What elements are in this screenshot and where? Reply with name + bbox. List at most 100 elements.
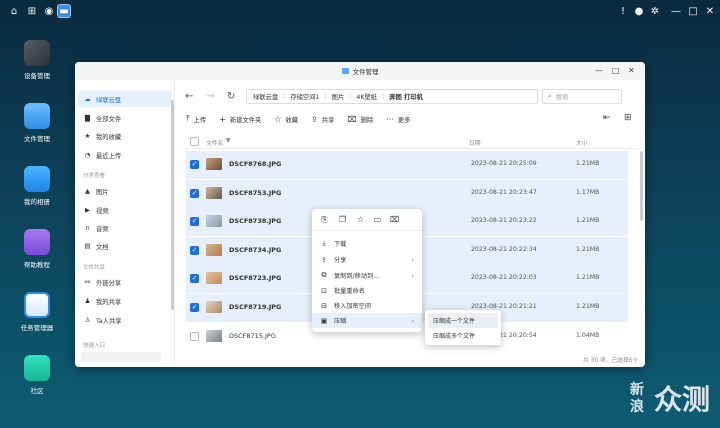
desktop-app-help[interactable]: 帮助教程 <box>14 229 60 269</box>
breadcrumb-item[interactable]: 存储空间1 <box>290 92 319 101</box>
copy-icon[interactable]: ❐ <box>338 215 347 224</box>
file-thumbnail <box>206 301 222 313</box>
favorite-button[interactable]: ☆ 收藏 <box>274 115 298 124</box>
sidebar-item-others-share[interactable]: ♙ Ta人共享 <box>78 312 172 328</box>
file-checkbox[interactable]: ✓ <box>190 245 199 255</box>
app-grid-icon[interactable]: ⊞ <box>25 4 39 18</box>
breadcrumb-item[interactable]: 图片 <box>332 92 345 101</box>
share-folder-icon[interactable]: ▭ <box>373 215 382 224</box>
desktop-app-file-manager[interactable]: 文件管理 <box>14 103 60 143</box>
breadcrumb-item[interactable]: 绿联云盘 <box>253 92 278 101</box>
context-quick-actions: ⎘ ❐ ☆ ▭ ⌧ <box>312 209 422 231</box>
task-manager-icon <box>24 292 50 318</box>
breadcrumb-item[interactable]: 4K壁纸 <box>356 92 377 101</box>
file-list-scrollbar[interactable] <box>640 151 643 221</box>
sidebar-item-ugreen-cloud[interactable]: ☁ 绿联云盘 <box>78 91 172 107</box>
desktop-app-community[interactable]: 社区 <box>14 355 60 395</box>
sort-icon[interactable]: ⇤ <box>603 113 611 123</box>
new-folder-button[interactable]: + 新建文件夹 <box>219 115 261 124</box>
sidebar-item-label: 外链分享 <box>96 279 122 287</box>
desktop-app-photo-album[interactable]: 我的相册 <box>14 166 60 206</box>
forward-button[interactable]: → <box>206 91 214 102</box>
chevron-right-icon: › <box>411 255 414 264</box>
upload-button[interactable]: ⤒ 上传 <box>186 114 206 124</box>
sidebar-item-label: 绿联云盘 <box>96 96 122 104</box>
file-checkbox[interactable]: ✓ <box>190 274 199 284</box>
context-item-batch-rename[interactable]: ⊡ 批量重命名 <box>312 283 422 298</box>
sidebar-item-favorites[interactable]: ★ 我的收藏 <box>78 128 172 144</box>
back-button[interactable]: ← <box>185 91 193 102</box>
sort-down-icon[interactable]: ▼ <box>226 137 231 144</box>
sidebar-item-recent[interactable]: ◔ 最近上传 <box>78 147 172 163</box>
column-date[interactable]: 日期 <box>469 138 481 147</box>
file-date: 2023-08-21 20:22:03 <box>471 274 537 282</box>
compress-multiple-files[interactable]: 压缩成多个文件 <box>428 328 498 343</box>
file-manager-taskbar-icon[interactable]: ▬ <box>57 4 71 18</box>
notification-icon[interactable]: ! <box>616 4 630 18</box>
more-button[interactable]: ··· 更多 <box>386 115 410 124</box>
context-item-compress[interactable]: ▣ 压缩 › <box>312 313 422 328</box>
delete-button[interactable]: ⌧ 删除 <box>347 115 373 124</box>
context-item-copy-move[interactable]: ⧉ 复制到/移动到... › <box>312 268 422 283</box>
sidebar-scrollbar[interactable] <box>171 100 174 310</box>
globe-icon[interactable]: ◉ <box>42 4 56 18</box>
sidebar-item-external-share[interactable]: ⚯ 外链分享 <box>78 274 172 290</box>
minimize-icon[interactable]: — <box>595 66 603 75</box>
context-item-label: 压缩 <box>334 318 347 325</box>
file-thumbnail <box>206 329 222 342</box>
file-size: 1.21MB <box>576 274 600 282</box>
file-date: 2023-08-21 20:23:47 <box>471 188 537 196</box>
file-row[interactable]: ✓ DSCF8753.JPG 2023-08-21 20:23:47 1.17MB <box>186 179 628 208</box>
sidebar-item-images[interactable]: ▲ 图片 <box>78 183 172 199</box>
close-icon[interactable]: ✕ <box>628 66 635 75</box>
context-item-encrypt[interactable]: ⊟ 移入加密空间 <box>312 298 422 313</box>
file-checkbox[interactable]: ✓ <box>190 160 199 169</box>
close-desktop-icon[interactable]: ✕ <box>703 4 717 18</box>
file-thumbnail <box>206 243 222 256</box>
desktop-app-label: 帮助教程 <box>24 261 50 269</box>
column-size[interactable]: 大小 <box>576 138 588 147</box>
star-icon[interactable]: ☆ <box>356 215 365 224</box>
minimize-all-icon[interactable]: — <box>669 4 683 18</box>
desktop-app-label: 我的相册 <box>24 198 50 206</box>
download-icon: ⤓ <box>322 239 326 247</box>
home-icon[interactable]: ⌂ <box>7 4 21 18</box>
sidebar-item-all-files[interactable]: ▇ 全部文件 <box>78 110 172 126</box>
refresh-button[interactable]: ↻ <box>227 91 235 102</box>
sidebar-item-my-share[interactable]: ♟ 我的共享 <box>78 293 172 309</box>
maximize-icon[interactable]: □ <box>612 66 620 75</box>
window-titlebar[interactable]: 文件管理 — □ ✕ <box>75 62 645 80</box>
compress-single-file[interactable]: 压缩成一个文件 <box>428 313 498 328</box>
share-button[interactable]: ⇪ 共享 <box>311 115 334 124</box>
watermark-logo: 新浪 众测 <box>630 382 718 424</box>
context-item-download[interactable]: ⤓ 下载 <box>312 236 422 251</box>
file-row[interactable]: ✓ DSCF8768.JPG 2023-08-21 20:25:09 1.21MB <box>186 151 628 179</box>
column-name[interactable]: 文件名 <box>206 138 223 147</box>
select-all-checkbox[interactable] <box>190 137 199 146</box>
file-checkbox[interactable]: ✓ <box>190 188 199 198</box>
sidebar-item-video[interactable]: ▶ 视频 <box>78 202 172 218</box>
file-checkbox[interactable]: ✓ <box>190 217 199 227</box>
file-date: 2023-08-21 20:25:09 <box>471 160 537 167</box>
context-item-share[interactable]: ⇪ 分享 › <box>312 252 422 267</box>
breadcrumb-item-current[interactable]: 奔图 打印机 <box>389 92 423 101</box>
file-thumbnail <box>206 272 222 285</box>
user-icon[interactable]: ● <box>632 4 646 18</box>
search-input[interactable]: ⌕ 搜索 <box>542 89 622 104</box>
settings-icon[interactable]: ✲ <box>648 4 662 18</box>
open-icon[interactable]: ⎘ <box>320 215 329 224</box>
grid-view-icon[interactable]: ⊞ <box>624 113 632 123</box>
trash-icon[interactable]: ⌧ <box>390 215 399 224</box>
sidebar-item-documents[interactable]: ▤ 文档 <box>78 238 172 254</box>
sidebar-item-label: 我的收藏 <box>96 133 122 141</box>
file-checkbox[interactable]: ✓ <box>190 303 199 312</box>
file-checkbox[interactable] <box>190 331 199 341</box>
sidebar-item-audio[interactable]: ∩ 音频 <box>78 220 172 236</box>
desktop-app-task-manager[interactable]: 任务管理器 <box>14 292 60 332</box>
chevron-right-icon: › <box>411 316 414 325</box>
trash-icon: ⌧ <box>347 114 357 124</box>
maximize-desktop-icon[interactable]: □ <box>686 4 700 18</box>
context-item-label: 分享 <box>334 257 347 264</box>
status-bar: 共 30 项，已选择6个 <box>583 358 639 364</box>
desktop-app-device-manager[interactable]: 设备管理 <box>14 40 60 80</box>
